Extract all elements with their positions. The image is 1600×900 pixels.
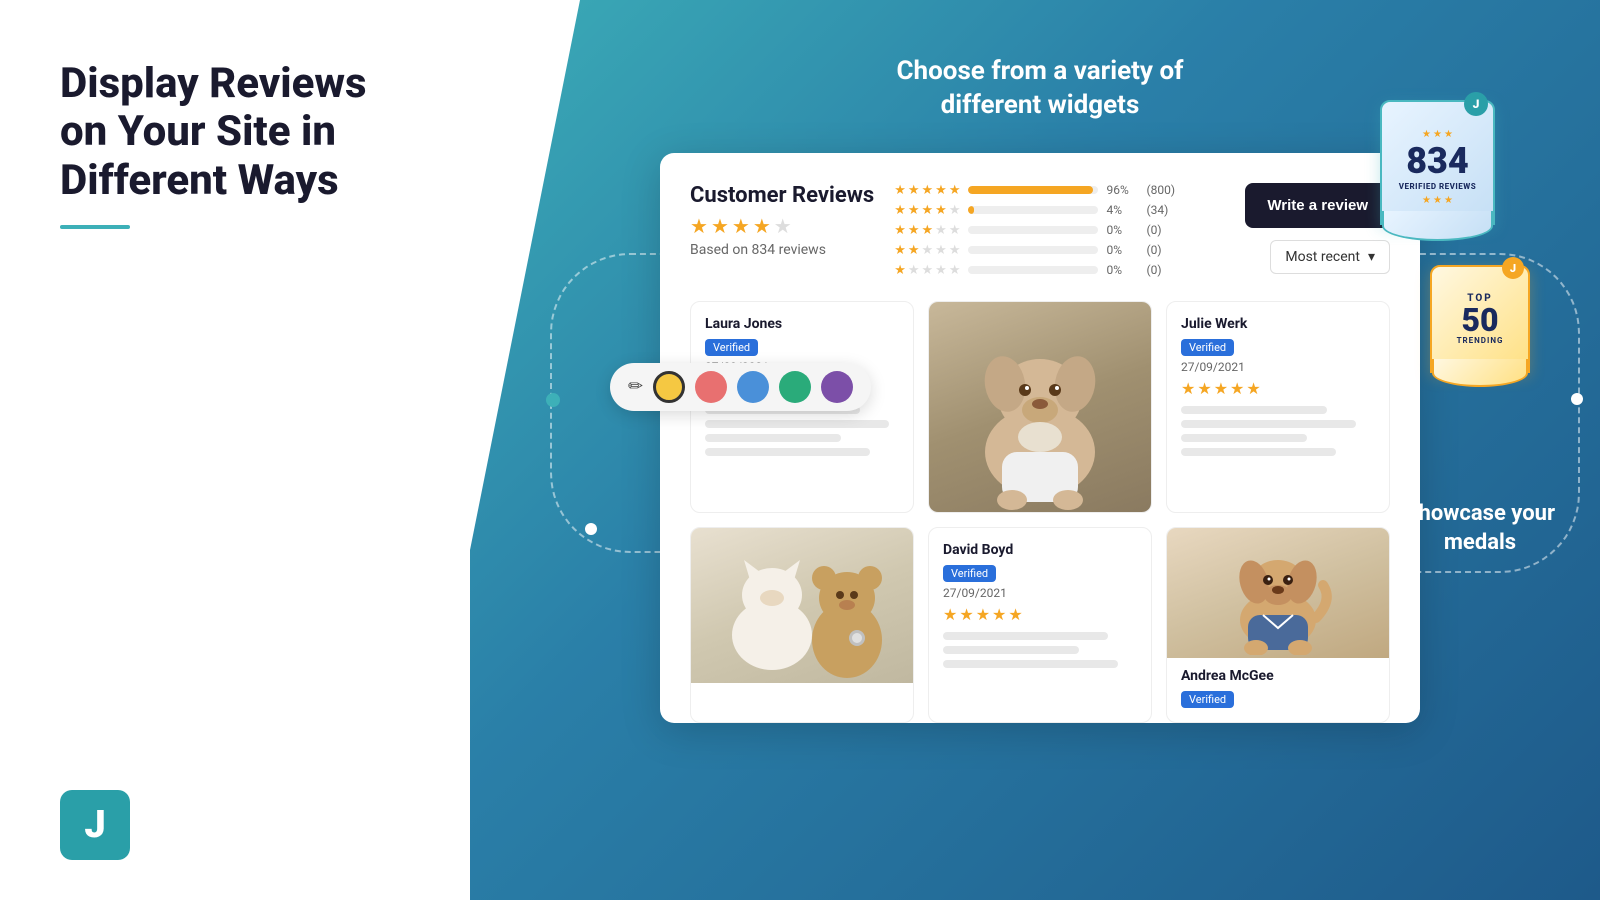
reviewer-name: Andrea McGee xyxy=(1181,668,1375,684)
rating-row-2: ★★★★★ 0% (0) xyxy=(894,243,1225,258)
main-title: Display Reviews on Your Site in Differen… xyxy=(60,60,420,205)
list-item xyxy=(690,527,914,723)
based-on: Based on 834 reviews xyxy=(690,242,874,258)
white-dot-left xyxy=(585,523,597,535)
edit-icon: ✏ xyxy=(628,376,643,397)
sort-dropdown[interactable]: Most recent ▾ xyxy=(1270,240,1390,274)
color-dot-yellow[interactable] xyxy=(653,371,685,403)
star-3: ★ xyxy=(732,214,750,238)
teal-dot-left xyxy=(546,393,560,407)
color-dot-purple[interactable] xyxy=(821,371,853,403)
reviewer-name: David Boyd xyxy=(943,542,1137,558)
widget-card: Customer Reviews ★ ★ ★ ★ ★ Based on 834 … xyxy=(660,153,1420,723)
star-1: ★ xyxy=(690,214,708,238)
widget-headline: Choose from a variety of different widge… xyxy=(897,55,1184,123)
table-row: Andrea McGee Verified xyxy=(1166,527,1390,723)
overall-stars: ★ ★ ★ ★ ★ xyxy=(690,214,874,238)
color-dot-red[interactable] xyxy=(695,371,727,403)
reviewer-name: Laura Jones xyxy=(705,316,899,332)
review-stars: ★★★★★ xyxy=(1181,379,1375,398)
customize-text: Customize and tailor it to your theme st… xyxy=(40,718,320,780)
widget-container: ✏ Customer Reviews ★ ★ ★ xyxy=(660,153,1420,723)
rating-row-5: ★★★★★ 96% (800) xyxy=(894,183,1225,198)
verified-badge: Verified xyxy=(705,339,758,356)
top50-shield: J TOP 50 TRENDING xyxy=(1430,265,1530,373)
color-dot-green[interactable] xyxy=(779,371,811,403)
puppy-photo xyxy=(929,302,1151,512)
star-4: ★ xyxy=(753,214,771,238)
widget-title: Customer Reviews xyxy=(690,183,874,208)
white-dot-right xyxy=(1571,393,1583,405)
table-row: David Boyd Verified 27/09/2021 ★★★★★ xyxy=(928,527,1152,723)
list-item xyxy=(928,301,1152,513)
rating-row-1: ★★★★★ 0% (0) xyxy=(894,263,1225,278)
write-review-button[interactable]: Write a review xyxy=(1245,183,1390,228)
page-wrapper: Display Reviews on Your Site in Differen… xyxy=(0,0,1600,900)
showcase-text: Showcase your medals xyxy=(1390,500,1570,557)
color-picker[interactable]: ✏ xyxy=(610,363,871,411)
reviewer-name: Julie Werk xyxy=(1181,316,1375,332)
color-dot-blue[interactable] xyxy=(737,371,769,403)
badge-834: J ★ ★ ★ 834 VERIFIED REVIEWS ★ ★ ★ xyxy=(1380,100,1510,250)
sort-label: Most recent xyxy=(1285,249,1360,265)
verified-badge: Verified xyxy=(1181,691,1234,708)
rating-row-4: ★★★★★ 4% (34) xyxy=(894,203,1225,218)
accent-line xyxy=(60,225,130,229)
top50-j-icon: J xyxy=(1502,257,1524,279)
badge-j-icon: J xyxy=(1464,92,1488,116)
badge-label: VERIFIED REVIEWS xyxy=(1399,182,1476,192)
badge-number: 834 xyxy=(1406,143,1469,179)
review-date: 27/09/2021 xyxy=(1181,360,1375,374)
chevron-down-icon: ▾ xyxy=(1368,249,1375,265)
verified-badge: Verified xyxy=(1181,339,1234,356)
review-date: 27/09/2021 xyxy=(943,586,1137,600)
cats-photo xyxy=(691,528,913,683)
star-2: ★ xyxy=(711,214,729,238)
small-dog-photo xyxy=(1167,528,1389,658)
top50-number: 50 xyxy=(1461,304,1498,336)
shield-body: J ★ ★ ★ 834 VERIFIED REVIEWS ★ ★ ★ xyxy=(1380,100,1495,225)
card-header-left: Customer Reviews ★ ★ ★ ★ ★ Based on 834 … xyxy=(690,183,874,258)
verified-badge: Verified xyxy=(943,565,996,582)
table-row: Julie Werk Verified 27/09/2021 ★★★★★ xyxy=(1166,301,1390,513)
badge-bottom-stars: ★ ★ ★ xyxy=(1422,195,1453,206)
review-stars: ★★★★★ xyxy=(943,605,1137,624)
trending-label: TRENDING xyxy=(1457,336,1504,345)
card-header: Customer Reviews ★ ★ ★ ★ ★ Based on 834 … xyxy=(690,183,1390,283)
rating-row-3: ★★★★★ 0% (0) xyxy=(894,223,1225,238)
rating-bars: ★★★★★ 96% (800) ★★★★★ 4% xyxy=(894,183,1225,283)
star-5-empty: ★ xyxy=(774,214,792,238)
j-logo-bottom: J xyxy=(60,790,130,860)
badge-top-stars: ★ ★ ★ xyxy=(1422,129,1453,140)
medals-area: J ★ ★ ★ 834 VERIFIED REVIEWS ★ ★ ★ xyxy=(1380,100,1540,395)
header-right: Write a review Most recent ▾ xyxy=(1245,183,1390,274)
badge-top50: J TOP 50 TRENDING xyxy=(1430,265,1540,395)
